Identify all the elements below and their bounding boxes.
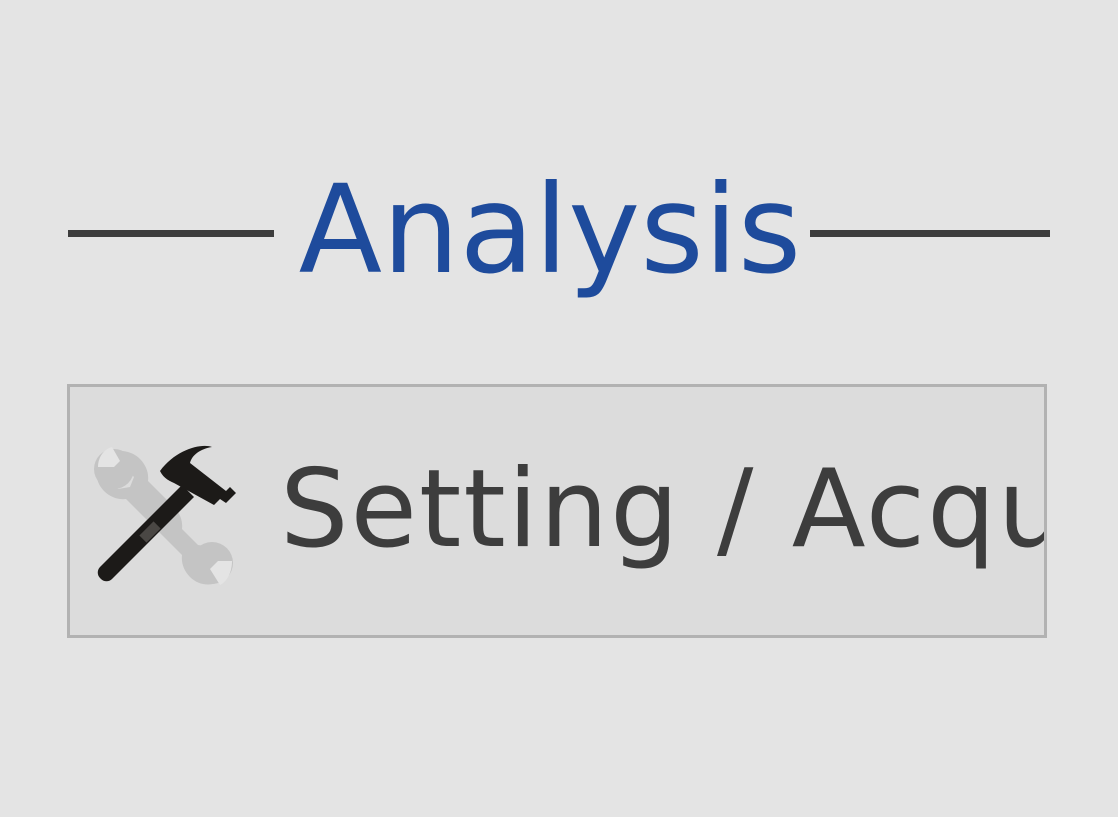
- setting-acquisition-button[interactable]: Setting / Acqui: [67, 384, 1047, 638]
- section-title: Analysis: [298, 159, 802, 301]
- header-divider-right: [810, 230, 1050, 237]
- setting-acquisition-label: Setting / Acqui: [280, 447, 1047, 572]
- hammer-wrench-icon: [90, 441, 240, 591]
- header-divider-left: [68, 230, 274, 237]
- section-header: Analysis: [68, 150, 1050, 310]
